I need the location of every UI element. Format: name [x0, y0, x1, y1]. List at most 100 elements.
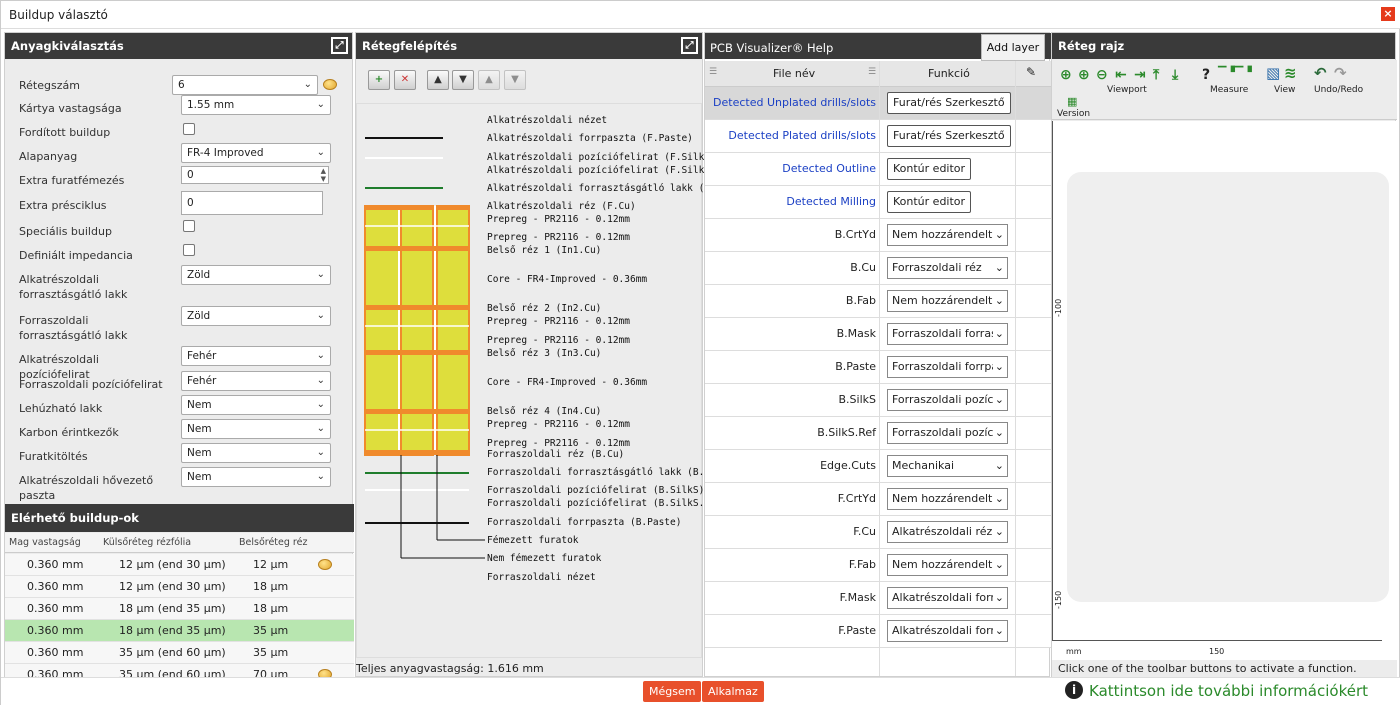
pan-right-icon[interactable]: ⇥	[1134, 68, 1146, 82]
select-value: Fehér	[187, 350, 217, 362]
material-select[interactable]: FR-4 Improved ⌄	[181, 143, 331, 163]
chevron-down-icon: ⌄	[316, 310, 325, 321]
cell: 12 µm (end 30 µm)	[119, 558, 226, 571]
reversed-checkbox[interactable]	[183, 123, 195, 135]
function-select[interactable]: Alkatrészoldali réz ⌄	[887, 521, 1008, 543]
select-value: Forraszoldali forrpa	[892, 360, 999, 373]
view-layers-icon[interactable]: ▧	[1266, 66, 1280, 81]
bottom-mask-select[interactable]: Zöld ⌄	[181, 306, 331, 326]
column-header[interactable]: Funkció	[928, 67, 970, 80]
chevron-down-icon: ⌄	[992, 588, 1004, 608]
layer-label: Belső réz 1 (In1.Cu)	[487, 245, 602, 256]
function-select[interactable]: Nem hozzárendelt ⌄	[887, 488, 1008, 510]
maximize-icon[interactable]: ⤢	[331, 37, 348, 54]
function-select[interactable]: Forraszoldali forrpa ⌄	[887, 356, 1008, 378]
pan-down-icon[interactable]: ⤓	[1172, 68, 1178, 82]
info-link[interactable]: i Kattintson ide további információkért	[1065, 681, 1368, 701]
select-value: Nem hozzárendelt	[892, 294, 993, 307]
top-silk-select[interactable]: Fehér ⌄	[181, 346, 331, 366]
add-layer-button[interactable]: Add layer	[981, 34, 1045, 61]
function-select[interactable]: Nem hozzárendelt ⌄	[887, 224, 1008, 246]
function-select[interactable]: Forraszoldali pozíci ⌄	[887, 422, 1008, 444]
column-header: Külsőréteg rézfólia	[103, 537, 192, 548]
extra-plating-stepper[interactable]: 0 ▲ ▼	[181, 166, 329, 184]
help-link[interactable]: PCB Visualizer® Help	[710, 41, 833, 55]
select-value: Fehér	[187, 375, 217, 387]
maximize-icon[interactable]: ⤢	[681, 37, 698, 54]
info-icon: i	[1065, 681, 1083, 699]
stackup-panel: Rétegfelépítés ⤢ + ✕ ▲ ▼ ▲ ▼ Alkatrészol…	[355, 32, 744, 677]
file-row: Detected Plated drills/slots Furat/rés Sz…	[705, 120, 1051, 153]
close-icon[interactable]: ×	[1381, 7, 1395, 21]
function-select[interactable]: Nem hozzárendelt ⌄	[887, 290, 1008, 312]
function-select[interactable]: Alkatrészoldali forra ⌄	[887, 587, 1008, 609]
drag-handle-icon[interactable]: ☰	[868, 67, 876, 77]
thickness-select[interactable]: 1.55 mm ⌄	[181, 95, 331, 115]
via-fill-select[interactable]: Nem ⌄	[181, 443, 331, 463]
apply-button[interactable]: Alkalmaz	[702, 681, 764, 702]
editor-button[interactable]: Furat/rés Szerkesztő	[887, 125, 1011, 147]
special-checkbox[interactable]	[183, 220, 195, 232]
top-mask-select[interactable]: Zöld ⌄	[181, 265, 331, 285]
chevron-down-icon: ⌄	[316, 423, 325, 434]
help-icon[interactable]: ?	[1202, 68, 1210, 82]
delete-layer-icon[interactable]: ✕	[394, 70, 416, 90]
edit-pencil-icon[interactable]: ✎	[1026, 65, 1036, 79]
drawing-canvas[interactable]: -100 -150 mm 150	[1052, 121, 1397, 661]
section-title: Elérhető buildup-ok	[11, 511, 139, 525]
thermal-paste-select[interactable]: Nem ⌄	[181, 467, 331, 487]
function-select[interactable]: Forraszoldali pozíci ⌄	[887, 389, 1008, 411]
function-select[interactable]: Mechanikai ⌄	[887, 455, 1008, 477]
bottom-silk-select[interactable]: Fehér ⌄	[181, 371, 331, 391]
function-select[interactable]: Forraszoldali réz ⌄	[887, 257, 1008, 279]
move-down-icon[interactable]: ▼	[452, 70, 474, 90]
pan-up-icon[interactable]: ⤒	[1153, 68, 1159, 82]
add-layer-icon[interactable]: +	[368, 70, 390, 90]
version-icon[interactable]: ▦	[1067, 95, 1077, 109]
table-row[interactable]: 0.360 mm 12 µm (end 30 µm) 18 µm	[5, 576, 354, 598]
stepper-arrows-icon[interactable]: ▲ ▼	[321, 167, 326, 183]
carbon-select[interactable]: Nem ⌄	[181, 419, 331, 439]
column-header[interactable]: File név	[773, 67, 815, 80]
table-row[interactable]: 0.360 mm 35 µm (end 60 µm) 35 µm	[5, 642, 354, 664]
layer-label: Alkatrészoldali forrpaszta (F.Paste)	[487, 133, 693, 144]
field-label: Karbon érintkezők	[19, 426, 119, 439]
view-stack-icon[interactable]: ≋	[1284, 66, 1297, 81]
zoom-fit-icon[interactable]: ⊕	[1060, 68, 1072, 82]
function-select[interactable]: Forraszoldali forras ⌄	[887, 323, 1008, 345]
layer-label: Alkatrészoldali pozíciófelirat (F.SilkS.…	[487, 165, 739, 176]
layer-count-select[interactable]: 6 ⌄	[172, 75, 318, 95]
peelable-select[interactable]: Nem ⌄	[181, 395, 331, 415]
editor-button[interactable]: Furat/rés Szerkesztő	[887, 92, 1011, 114]
redo-icon[interactable]: ↷	[1334, 66, 1347, 81]
move-up-icon[interactable]: ▲	[427, 70, 449, 90]
drag-handle-icon[interactable]: ☰	[709, 67, 717, 77]
layer-label: Prepreg - PR2116 - 0.12mm	[487, 232, 630, 243]
pan-left-icon[interactable]: ⇤	[1115, 68, 1127, 82]
table-row[interactable]: 0.360 mm 35 µm (end 60 µm) 70 µm	[5, 664, 354, 678]
layer-drawing-header: Réteg rajz	[1052, 33, 1395, 59]
measure-icon[interactable]: ▔▝▔▝	[1218, 66, 1252, 80]
cell: 0.360 mm	[27, 602, 84, 615]
function-select[interactable]: Alkatrészoldali forrp ⌄	[887, 620, 1008, 642]
chevron-down-icon: ⌄	[303, 79, 312, 90]
cancel-button[interactable]: Mégsem	[643, 681, 702, 702]
title-bar: Buildup választó ×	[1, 1, 1400, 29]
impedance-checkbox[interactable]	[183, 244, 195, 256]
table-row[interactable]: 0.360 mm 18 µm (end 35 µm) 18 µm	[5, 598, 354, 620]
extra-press-input[interactable]: 0	[181, 191, 323, 215]
editor-button[interactable]: Kontúr editor	[887, 158, 972, 180]
function-select[interactable]: Nem hozzárendelt ⌄	[887, 554, 1008, 576]
undo-icon[interactable]: ↶	[1314, 66, 1327, 81]
table-row[interactable]: 0.360 mm 12 µm (end 30 µm) 12 µm	[5, 554, 354, 576]
select-value: Alkatrészoldali forra	[892, 591, 1002, 604]
zoom-out-icon[interactable]: ⊖	[1096, 68, 1108, 82]
editor-button[interactable]: Kontúr editor	[887, 191, 972, 213]
chevron-down-icon: ⌄	[316, 399, 325, 410]
zoom-in-icon[interactable]: ⊕	[1078, 68, 1090, 82]
field-label: Definiált impedancia	[19, 249, 133, 262]
table-row-selected[interactable]: 0.360 mm 18 µm (end 35 µm) 35 µm	[5, 620, 354, 642]
file-name: F.Paste	[838, 624, 876, 637]
select-value: Forraszoldali pozíci	[892, 393, 997, 406]
layer-label: Prepreg - PR2116 - 0.12mm	[487, 438, 630, 449]
